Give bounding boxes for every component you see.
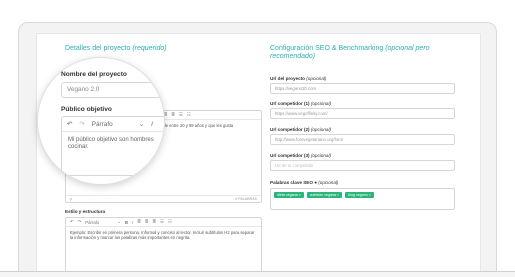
italic-button[interactable]: I	[151, 121, 153, 128]
project-details-title-text: Detalles del proyecto	[65, 45, 131, 52]
editor-path-icon: p	[70, 197, 72, 201]
keywords-input[interactable]: dieta vegana × nutrición vegana × blog v…	[270, 188, 455, 210]
keyword-tag[interactable]: nutrición vegana ×	[306, 192, 343, 198]
url-project-input[interactable]: https://vegano20.com	[270, 83, 455, 94]
competitor-1-label: Url competidor (1) (opcional)	[270, 101, 331, 106]
url-project-label: Url del proyecto (opcional)	[270, 76, 326, 81]
align-center-icon[interactable]: ≣	[145, 219, 149, 225]
competitor-2-label-text: Url competidor (2)	[270, 127, 310, 132]
redo-icon[interactable]: ↷	[79, 120, 84, 128]
keyword-tag[interactable]: dieta vegana ×	[274, 192, 304, 198]
undo-icon[interactable]: ↶	[67, 120, 72, 128]
competitor-2-input[interactable]: http://www.forovegetariano.org/foro/	[270, 134, 455, 145]
italic-button[interactable]: I	[132, 220, 133, 225]
competitor-2-optional-note: (opcional)	[310, 127, 332, 132]
seo-config-title: Configuración SEO & Benchmarking (opcion…	[270, 45, 470, 61]
style-label: Estilo y estructura	[65, 209, 106, 214]
align-right-icon[interactable]: ≣	[171, 112, 175, 118]
list-icon[interactable]: ☰	[160, 219, 164, 225]
competitor-1-label-text: Url competidor (1)	[270, 101, 310, 106]
magnifier-lens: Nombre del proyecto Vegano 2.0 Público o…	[37, 57, 165, 185]
audience-text: Mi público objetivo son hombres cocinar.	[68, 137, 154, 151]
competitor-2-label: Url competidor (2) (opcional)	[270, 127, 331, 132]
competitor-3-input[interactable]: Url de tu competidor	[270, 160, 455, 171]
seo-config-title-text: Configuración SEO & Benchmarking	[270, 45, 384, 52]
format-select[interactable]: Párrafo	[85, 220, 113, 225]
project-name-label: Nombre del proyecto	[61, 71, 127, 78]
chevron-down-icon[interactable]: ⌄	[139, 120, 144, 128]
keywords-label: Palabras clave SEO ● (opcional)	[270, 180, 338, 185]
align-left-icon[interactable]: ≣	[137, 219, 141, 225]
style-toolbar: ↶ ↷ Párrafo ⌄ B I ≣ ≣ ≣ ☰ ☷	[66, 218, 261, 227]
info-icon[interactable]: ●	[314, 180, 317, 185]
audience-word-count: 0 PALABRAS	[235, 197, 257, 201]
redo-icon[interactable]: ↷	[78, 219, 82, 225]
bold-button[interactable]: B	[125, 220, 128, 225]
audience-toolbar-zoomed: ↶ ↷ Párrafo ⌄ I	[62, 117, 164, 132]
keywords-label-text: Palabras clave SEO	[270, 180, 313, 185]
competitor-1-input[interactable]: https://www.vegoffinity.com/	[270, 108, 455, 119]
competitor-3-label-text: Url competidor (3)	[270, 153, 310, 158]
project-details-required-note: (requerido)	[132, 45, 167, 52]
style-editor[interactable]: ↶ ↷ Párrafo ⌄ B I ≣ ≣ ≣ ☰ ☷ Ejemplo: Esc…	[65, 217, 262, 271]
project-details-title: Detalles del proyecto (requerido)	[65, 45, 167, 53]
competitor-3-optional-note: (opcional)	[310, 153, 332, 158]
url-project-optional-note: (opcional)	[306, 76, 327, 81]
project-name-input[interactable]: Vegano 2.0	[61, 82, 161, 98]
competitor-1-optional-note: (opcional)	[310, 101, 332, 106]
laptop-base	[0, 271, 515, 277]
format-select[interactable]: Párrafo	[92, 121, 132, 128]
chevron-down-icon[interactable]: ⌄	[117, 219, 121, 225]
align-right-icon[interactable]: ≣	[152, 219, 156, 225]
numbered-list-icon[interactable]: ☷	[187, 112, 191, 118]
audience-footer: p 0 PALABRAS	[66, 195, 261, 202]
keyword-tag[interactable]: blog vegano ×	[345, 192, 374, 198]
undo-icon[interactable]: ↶	[70, 219, 74, 225]
competitor-3-label: Url competidor (3) (opcional)	[270, 153, 331, 158]
audience-label: Público objetivo	[61, 106, 112, 113]
list-icon[interactable]: ☰	[179, 112, 183, 118]
keywords-optional-note: (opcional)	[318, 180, 339, 185]
url-project-label-text: Url del proyecto	[270, 76, 305, 81]
style-text: Ejemplo: Escribir en primera persona. In…	[70, 230, 255, 241]
numbered-list-icon[interactable]: ☷	[168, 219, 172, 225]
audience-editor-zoomed[interactable]: ↶ ↷ Párrafo ⌄ I Mi público objetivo son …	[61, 116, 164, 176]
